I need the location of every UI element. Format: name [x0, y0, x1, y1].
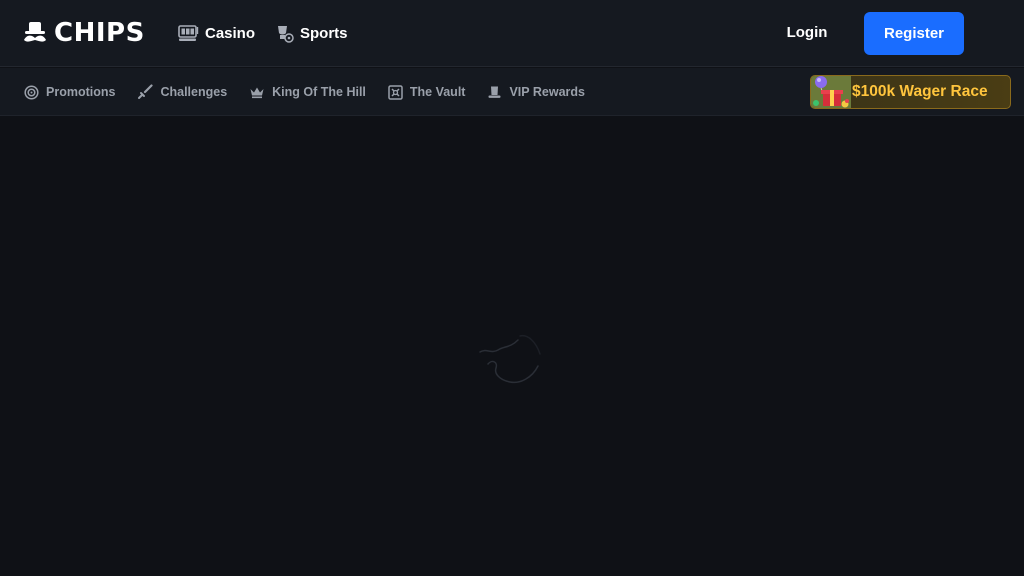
loading-spinner-icon	[479, 334, 541, 384]
gift-balloon-icon	[811, 76, 851, 108]
subnav-king-of-the-hill-label: King Of The Hill	[272, 85, 366, 99]
wager-race-promo-button[interactable]: $100k Wager Race	[810, 75, 1011, 109]
login-button[interactable]: Login	[776, 21, 838, 45]
brand-name: CHIPS	[54, 18, 145, 48]
top-hat-icon	[488, 86, 501, 98]
nav-casino[interactable]: Casino	[178, 22, 255, 44]
sports-icon	[278, 25, 294, 43]
subnav-king-of-the-hill[interactable]: King Of The Hill	[249, 82, 366, 102]
target-icon	[24, 84, 39, 100]
subnav-promotions[interactable]: Promotions	[24, 82, 115, 102]
wager-race-label: $100k Wager Race	[852, 83, 988, 100]
subnav-the-vault-label: The Vault	[409, 85, 466, 99]
top-header: CHIPS Casino Sports Login Register	[0, 0, 1024, 67]
brand-logo[interactable]: CHIPS	[22, 17, 145, 49]
crown-icon	[250, 87, 264, 99]
slot-machine-icon	[178, 25, 199, 41]
subnav-challenges[interactable]: Challenges	[137, 82, 227, 102]
subnav-vip-rewards-label: VIP Rewards	[509, 85, 585, 99]
subnav-challenges-label: Challenges	[160, 85, 228, 99]
register-button[interactable]: Register	[864, 12, 964, 55]
subnav-the-vault[interactable]: The Vault	[388, 82, 466, 102]
sword-icon	[138, 84, 154, 99]
subnav-vip-rewards[interactable]: VIP Rewards	[487, 82, 585, 102]
mustache-hat-logo-icon	[24, 22, 46, 42]
nav-sports[interactable]: Sports	[275, 22, 348, 44]
secondary-nav: Promotions Challenges King Of The Hill T…	[24, 82, 585, 102]
nav-sports-label: Sports	[300, 24, 348, 42]
nav-casino-label: Casino	[205, 24, 256, 42]
vault-icon	[388, 84, 403, 100]
main-nav: Casino Sports	[178, 22, 348, 44]
subnav-promotions-label: Promotions	[46, 85, 116, 99]
